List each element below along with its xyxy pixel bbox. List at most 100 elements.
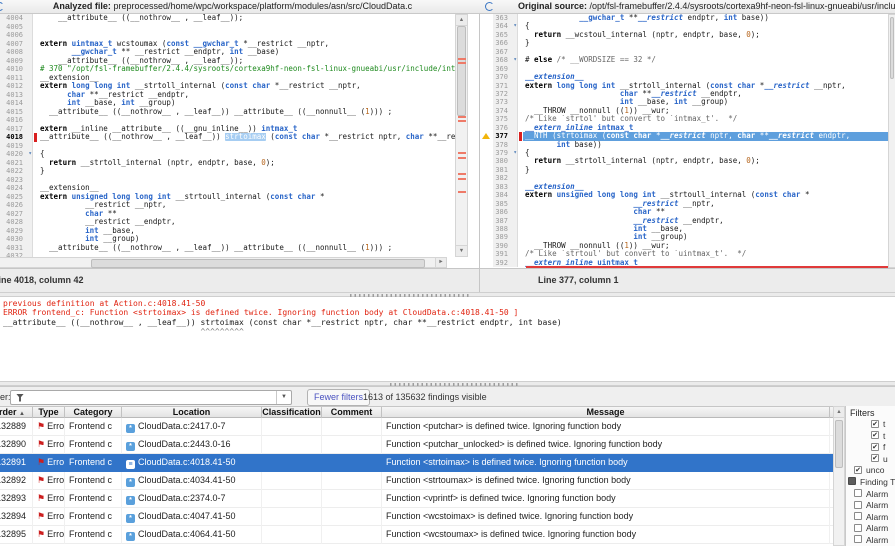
- fewer-filters-button[interactable]: Fewer filters: [307, 389, 370, 406]
- filter-item-t[interactable]: ✔t: [846, 418, 895, 430]
- code-line-4028[interactable]: 4028 __restrict __endptr,: [0, 218, 455, 227]
- code-line-4021[interactable]: 4021 return __strtoll_internal (nptr, en…: [0, 159, 455, 168]
- finding-row-132891[interactable]: 132891⚑ErrorFrontend c≡CloudData.c:4018.…: [0, 454, 833, 472]
- checkbox-unchecked[interactable]: [854, 501, 862, 509]
- filter-item-alarm[interactable]: Alarm: [846, 511, 895, 523]
- filter-item-t[interactable]: ✔t: [846, 430, 895, 442]
- code-line-4016[interactable]: 4016: [0, 116, 455, 125]
- code-line-386[interactable]: 386 char **: [480, 208, 895, 216]
- code-line-4029[interactable]: 4029 int __base,: [0, 227, 455, 236]
- code-line-385[interactable]: 385 __restrict __nptr,: [480, 200, 895, 208]
- code-line-375[interactable]: 375/* Like `strtol' but convert to `intm…: [480, 115, 895, 123]
- code-line-4006[interactable]: 4006: [0, 31, 455, 40]
- code-line-365[interactable]: 365 return __wcstoul_internal (nptr, end…: [480, 31, 895, 39]
- code-line-4019[interactable]: 4019: [0, 142, 455, 151]
- checkbox-unchecked[interactable]: [854, 524, 862, 532]
- code-line-389[interactable]: 389 int __group): [480, 233, 895, 241]
- analyzed-file-code-view[interactable]: 4004 __attribute__ ((__nothrow__ , __lea…: [0, 14, 455, 257]
- code-line-4018[interactable]: 4018__attribute__ ((__nothrow__ , __leaf…: [0, 133, 455, 142]
- filter-item-alarm[interactable]: Alarm: [846, 534, 895, 546]
- code-line-4007[interactable]: 4007extern uintmax_t wcstoumax (const __…: [0, 40, 455, 49]
- code-line-4020[interactable]: 4020▾{: [0, 150, 455, 159]
- scroll-down-icon[interactable]: ▼: [456, 245, 467, 256]
- scrollbar-thumb[interactable]: [890, 17, 894, 79]
- filter-item-alarm[interactable]: Alarm: [846, 488, 895, 500]
- filter-item-finding-t[interactable]: Finding T: [846, 476, 895, 488]
- code-line-364[interactable]: 364▾{: [480, 22, 895, 30]
- code-line-377[interactable]: 377__NTH (strtoimax (const char *__restr…: [480, 132, 895, 140]
- code-line-374[interactable]: 374 __THROW __nonnull ((1)) __wur;: [480, 107, 895, 115]
- code-line-387[interactable]: 387 __restrict __endptr,: [480, 217, 895, 225]
- filter-item-u[interactable]: ✔u: [846, 453, 895, 465]
- code-line-384[interactable]: 384extern unsigned long long int __strto…: [480, 191, 895, 199]
- left-pane-vertical-scrollbar[interactable]: ▲ ▼: [455, 14, 468, 257]
- code-line-367[interactable]: 367: [480, 48, 895, 56]
- code-line-4005[interactable]: 4005: [0, 23, 455, 32]
- checkbox-unchecked[interactable]: [854, 512, 862, 520]
- code-line-383[interactable]: 383__extension__: [480, 183, 895, 191]
- filter-item-unco[interactable]: ✔unco: [846, 464, 895, 476]
- code-line-4011[interactable]: 4011__extension__: [0, 74, 455, 83]
- checkbox-unchecked[interactable]: [854, 489, 862, 497]
- table-vertical-scrollbar[interactable]: ▲: [833, 406, 845, 546]
- right-pane-vertical-scrollbar[interactable]: [888, 14, 895, 268]
- scrollbar-thumb[interactable]: [457, 26, 466, 116]
- scroll-up-icon[interactable]: ▲: [834, 407, 844, 418]
- scroll-up-icon[interactable]: ▲: [456, 15, 467, 26]
- code-line-4010[interactable]: 4010# 370 "/opt/fsl-framebuffer/2.4.4/sy…: [0, 65, 455, 74]
- code-line-371[interactable]: 371extern long long int __strtoll_intern…: [480, 82, 895, 90]
- code-line-4009[interactable]: 4009 __attribute__ ((__nothrow__ , __lea…: [0, 57, 455, 66]
- filter-item-f[interactable]: ✔f: [846, 441, 895, 453]
- code-line-391[interactable]: 391/* Like `strtoul' but convert to `uin…: [480, 250, 895, 258]
- code-line-4031[interactable]: 4031 __attribute__ ((__nothrow__ , __lea…: [0, 244, 455, 253]
- code-line-388[interactable]: 388 int __base,: [480, 225, 895, 233]
- left-pane-horizontal-scrollbar[interactable]: ◄ ►: [0, 257, 447, 268]
- code-line-380[interactable]: 380 return __strtoll_internal (nptr, end…: [480, 157, 895, 165]
- finding-row-132890[interactable]: 132890⚑ErrorFrontend c*CloudData.c:2443.…: [0, 436, 833, 454]
- code-line-369[interactable]: 369: [480, 65, 895, 73]
- code-line-381[interactable]: 381}: [480, 166, 895, 174]
- finding-row-132892[interactable]: 132892⚑ErrorFrontend c*CloudData.c:4034.…: [0, 472, 833, 490]
- code-line-4030[interactable]: 4030 int __group): [0, 235, 455, 244]
- checkbox-unchecked[interactable]: [854, 535, 862, 543]
- finding-row-132894[interactable]: 132894⚑ErrorFrontend c*CloudData.c:4047.…: [0, 508, 833, 526]
- scrollbar-thumb[interactable]: [835, 420, 843, 468]
- code-line-4026[interactable]: 4026 __restrict __nptr,: [0, 201, 455, 210]
- code-line-4012[interactable]: 4012extern long long int __strtoll_inter…: [0, 82, 455, 91]
- code-line-4013[interactable]: 4013 char **__restrict __endptr,: [0, 91, 455, 100]
- code-line-4022[interactable]: 4022}: [0, 167, 455, 176]
- scroll-right-icon[interactable]: ►: [435, 258, 446, 267]
- code-line-4024[interactable]: 4024__extension__: [0, 184, 455, 193]
- code-line-376[interactable]: 376__extern_inline intmax_t: [480, 124, 895, 132]
- checkbox-partial[interactable]: [848, 477, 856, 485]
- filter-item-alarm[interactable]: Alarm: [846, 522, 895, 534]
- checkbox-checked[interactable]: ✔: [871, 443, 879, 451]
- original-source-code-view[interactable]: 363 __gwchar_t **__restrict endptr, int …: [480, 14, 895, 268]
- chevron-down-icon[interactable]: ▼: [276, 391, 291, 404]
- checkbox-checked[interactable]: ✔: [871, 454, 879, 462]
- code-line-373[interactable]: 373 int __base, int __group): [480, 98, 895, 106]
- code-line-4014[interactable]: 4014 int __base, int __group): [0, 99, 455, 108]
- code-line-368[interactable]: 368▾# else /* __WORDSIZE == 32 */: [480, 56, 895, 64]
- finding-row-132893[interactable]: 132893⚑ErrorFrontend c*CloudData.c:2374.…: [0, 490, 833, 508]
- code-line-4017[interactable]: 4017extern __inline __attribute__ ((__gn…: [0, 125, 455, 134]
- filter-input[interactable]: ▼: [10, 390, 292, 405]
- checkbox-checked[interactable]: ✔: [871, 420, 879, 428]
- scrollbar-thumb[interactable]: [91, 259, 425, 268]
- code-line-370[interactable]: 370__extension__: [480, 73, 895, 81]
- code-line-382[interactable]: 382: [480, 174, 895, 182]
- code-line-363[interactable]: 363 __gwchar_t **__restrict endptr, int …: [480, 14, 895, 22]
- finding-row-132895[interactable]: 132895⚑ErrorFrontend c*CloudData.c:4064.…: [0, 526, 833, 544]
- code-line-4015[interactable]: 4015 __attribute__ ((__nothrow__ , __lea…: [0, 108, 455, 117]
- code-line-390[interactable]: 390 __THROW __nonnull ((1)) __wur;: [480, 242, 895, 250]
- filter-item-alarm[interactable]: Alarm: [846, 499, 895, 511]
- checkbox-checked[interactable]: ✔: [871, 431, 879, 439]
- code-line-4004[interactable]: 4004 __attribute__ ((__nothrow__ , __lea…: [0, 14, 455, 23]
- code-line-378[interactable]: 378 int base)): [480, 141, 895, 149]
- code-line-4025[interactable]: 4025extern unsigned long long int __strt…: [0, 193, 455, 202]
- code-line-4027[interactable]: 4027 char **: [0, 210, 455, 219]
- code-line-372[interactable]: 372 char **__restrict __endptr,: [480, 90, 895, 98]
- checkbox-checked[interactable]: ✔: [854, 466, 862, 474]
- code-line-4008[interactable]: 4008 __gwchar_t ** __restrict __endptr, …: [0, 48, 455, 57]
- code-line-366[interactable]: 366}: [480, 39, 895, 47]
